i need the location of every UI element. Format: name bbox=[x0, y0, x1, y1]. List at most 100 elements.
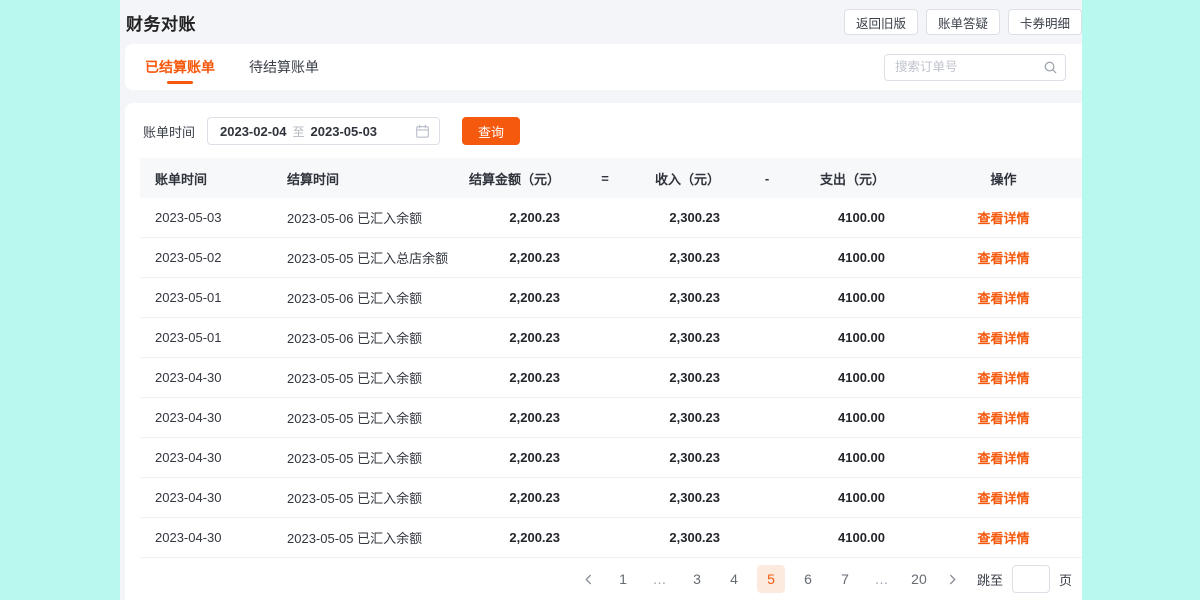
bill-date-cell: 2023-04-30 bbox=[140, 490, 287, 505]
expense-cell: 4100.00 bbox=[814, 490, 885, 505]
pagination-ellipsis-left[interactable]: … bbox=[646, 565, 674, 593]
page-number-1[interactable]: 1 bbox=[609, 565, 637, 593]
table-row: 2023-04-30 2023-05-05 已汇入余额 2,200.23 2,3… bbox=[140, 478, 1082, 518]
bill-date-cell: 2023-05-01 bbox=[140, 330, 287, 345]
page-number-5-active[interactable]: 5 bbox=[757, 565, 785, 593]
card-coupon-detail-button[interactable]: 卡券明细 bbox=[1008, 9, 1082, 35]
date-range-picker[interactable]: 2023-02-04 至 2023-05-03 bbox=[207, 117, 440, 145]
settle-amount-cell: 2,200.23 bbox=[455, 530, 560, 545]
view-detail-link[interactable]: 查看详情 bbox=[977, 251, 1029, 266]
view-detail-link[interactable]: 查看详情 bbox=[977, 371, 1029, 386]
table-row: 2023-04-30 2023-05-05 已汇入余额 2,200.23 2,3… bbox=[140, 438, 1082, 478]
page-number-6[interactable]: 6 bbox=[794, 565, 822, 593]
date-range-text: 2023-02-04 至 2023-05-03 bbox=[220, 123, 377, 140]
start-date-value: 2023-02-04 bbox=[220, 124, 287, 139]
jump-to-label: 跳至 bbox=[977, 570, 1003, 589]
bill-date-filter-label: 账单时间 bbox=[140, 122, 195, 141]
col-header-settle-amount: 结算金额（元） bbox=[455, 169, 560, 188]
end-date-value: 2023-05-03 bbox=[311, 124, 378, 139]
settle-status-cell: 2023-05-05 已汇入余额 bbox=[287, 368, 455, 387]
top-bar: 财务对账 返回旧版 账单答疑 卡券明细 bbox=[120, 0, 1082, 44]
bill-date-cell: 2023-05-03 bbox=[140, 210, 287, 225]
page-number-3[interactable]: 3 bbox=[683, 565, 711, 593]
settle-status-cell: 2023-05-06 已汇入余额 bbox=[287, 208, 455, 227]
settle-amount-cell: 2,200.23 bbox=[455, 490, 560, 505]
col-header-income: 收入（元） bbox=[650, 169, 720, 188]
expense-cell: 4100.00 bbox=[814, 370, 885, 385]
expense-cell: 4100.00 bbox=[814, 530, 885, 545]
main-card: 账单时间 2023-02-04 至 2023-05-03 查询 bbox=[125, 103, 1082, 600]
prev-page-button[interactable] bbox=[578, 565, 600, 593]
expense-cell: 4100.00 bbox=[814, 250, 885, 265]
settle-status-cell: 2023-05-05 已汇入余额 bbox=[287, 488, 455, 507]
table-header-row: 账单时间 结算时间 结算金额（元） = 收入（元） - 支出（元） 操作 bbox=[140, 158, 1082, 198]
settle-amount-cell: 2,200.23 bbox=[455, 330, 560, 345]
table-row: 2023-05-01 2023-05-06 已汇入余额 2,200.23 2,3… bbox=[140, 278, 1082, 318]
view-detail-link[interactable]: 查看详情 bbox=[977, 491, 1029, 506]
top-bar-actions: 返回旧版 账单答疑 卡券明细 bbox=[844, 9, 1082, 35]
income-cell: 2,300.23 bbox=[650, 450, 720, 465]
settle-amount-cell: 2,200.23 bbox=[455, 450, 560, 465]
next-page-button[interactable] bbox=[942, 565, 964, 593]
settle-amount-cell: 2,200.23 bbox=[455, 290, 560, 305]
income-cell: 2,300.23 bbox=[650, 490, 720, 505]
view-detail-link[interactable]: 查看详情 bbox=[977, 211, 1029, 226]
back-to-old-version-button[interactable]: 返回旧版 bbox=[844, 9, 918, 35]
pagination-ellipsis-right[interactable]: … bbox=[868, 565, 896, 593]
col-header-settle-date: 结算时间 bbox=[287, 169, 455, 188]
chevron-left-icon bbox=[583, 574, 594, 585]
query-button[interactable]: 查询 bbox=[462, 117, 520, 145]
search-order-input[interactable] bbox=[884, 54, 1066, 81]
col-header-minus-sign: - bbox=[720, 171, 814, 186]
tab-unsettled-bills[interactable]: 待结算账单 bbox=[249, 44, 319, 90]
settle-status-cell: 2023-05-05 已汇入余额 bbox=[287, 408, 455, 427]
settle-status-cell: 2023-05-05 已汇入余额 bbox=[287, 448, 455, 467]
table-row: 2023-04-30 2023-05-05 已汇入余额 2,200.23 2,3… bbox=[140, 398, 1082, 438]
col-header-actions: 操作 bbox=[885, 169, 1082, 188]
table-row: 2023-05-01 2023-05-06 已汇入余额 2,200.23 2,3… bbox=[140, 318, 1082, 358]
calendar-icon bbox=[415, 124, 430, 139]
view-detail-link[interactable]: 查看详情 bbox=[977, 331, 1029, 346]
view-detail-link[interactable]: 查看详情 bbox=[977, 411, 1029, 426]
bill-date-cell: 2023-04-30 bbox=[140, 450, 287, 465]
page-number-4[interactable]: 4 bbox=[720, 565, 748, 593]
settle-status-cell: 2023-05-06 已汇入余额 bbox=[287, 288, 455, 307]
income-cell: 2,300.23 bbox=[650, 210, 720, 225]
tab-settled-bills[interactable]: 已结算账单 bbox=[145, 44, 215, 90]
income-cell: 2,300.23 bbox=[650, 370, 720, 385]
jump-to-page-input[interactable] bbox=[1012, 565, 1050, 593]
col-header-equals-sign: = bbox=[560, 171, 650, 186]
page-background: 财务对账 返回旧版 账单答疑 卡券明细 已结算账单 待结算账单 bbox=[0, 0, 1200, 600]
col-header-bill-date: 账单时间 bbox=[140, 169, 287, 188]
view-detail-link[interactable]: 查看详情 bbox=[977, 531, 1029, 546]
settle-amount-cell: 2,200.23 bbox=[455, 410, 560, 425]
search-icon[interactable] bbox=[1043, 60, 1058, 75]
view-detail-link[interactable]: 查看详情 bbox=[977, 291, 1029, 306]
income-cell: 2,300.23 bbox=[650, 530, 720, 545]
col-header-expense: 支出（元） bbox=[814, 169, 885, 188]
income-cell: 2,300.23 bbox=[650, 290, 720, 305]
bill-date-cell: 2023-05-01 bbox=[140, 290, 287, 305]
table-row: 2023-05-02 2023-05-05 已汇入总店余额 2,200.23 2… bbox=[140, 238, 1082, 278]
settle-amount-cell: 2,200.23 bbox=[455, 210, 560, 225]
bill-date-cell: 2023-04-30 bbox=[140, 530, 287, 545]
pagination: 1 … 3 4 5 6 7 … 20 跳至 页 bbox=[140, 565, 1082, 593]
bill-date-cell: 2023-05-02 bbox=[140, 250, 287, 265]
page-number-20[interactable]: 20 bbox=[905, 565, 933, 593]
expense-cell: 4100.00 bbox=[814, 450, 885, 465]
table-row: 2023-04-30 2023-05-05 已汇入余额 2,200.23 2,3… bbox=[140, 358, 1082, 398]
bill-faq-button[interactable]: 账单答疑 bbox=[926, 9, 1000, 35]
expense-cell: 4100.00 bbox=[814, 330, 885, 345]
settle-status-cell: 2023-05-05 已汇入总店余额 bbox=[287, 248, 455, 267]
chevron-right-icon bbox=[947, 574, 958, 585]
settled-bills-table: 账单时间 结算时间 结算金额（元） = 收入（元） - 支出（元） 操作 202… bbox=[140, 158, 1082, 558]
tabs-card: 已结算账单 待结算账单 bbox=[125, 44, 1082, 90]
expense-cell: 4100.00 bbox=[814, 410, 885, 425]
app-viewport: 财务对账 返回旧版 账单答疑 卡券明细 已结算账单 待结算账单 bbox=[120, 0, 1082, 600]
table-row: 2023-05-03 2023-05-06 已汇入余额 2,200.23 2,3… bbox=[140, 198, 1082, 238]
filter-row: 账单时间 2023-02-04 至 2023-05-03 查询 bbox=[140, 117, 1082, 145]
view-detail-link[interactable]: 查看详情 bbox=[977, 451, 1029, 466]
expense-cell: 4100.00 bbox=[814, 290, 885, 305]
page-unit-label: 页 bbox=[1059, 570, 1072, 589]
page-number-7[interactable]: 7 bbox=[831, 565, 859, 593]
